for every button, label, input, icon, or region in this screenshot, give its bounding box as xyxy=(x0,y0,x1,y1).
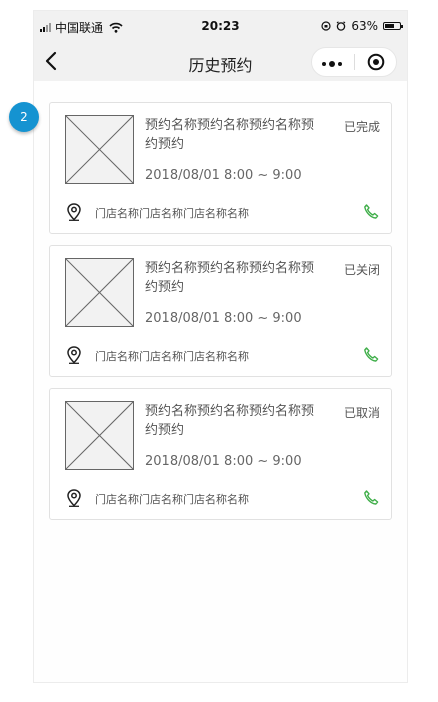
store-name: 门店名称门店名称门店名称名称 xyxy=(95,207,249,220)
booking-status: 已关闭 xyxy=(343,263,380,277)
booking-card[interactable]: 预约名称预约名称预约名称预约预约 已取消 2018/08/01 8:00 ~ 9… xyxy=(49,388,392,520)
image-placeholder xyxy=(65,115,134,184)
image-placeholder xyxy=(65,401,134,470)
booking-title: 预约名称预约名称预约名称预约预约 xyxy=(145,261,315,295)
alarm-icon xyxy=(336,21,346,31)
image-placeholder xyxy=(65,258,134,327)
booking-time: 2018/08/01 8:00 ~ 9:00 xyxy=(145,454,302,469)
booking-status: 已取消 xyxy=(343,406,380,420)
location-pin-icon xyxy=(67,203,81,221)
rotation-lock-icon xyxy=(321,21,331,31)
miniprogram-capsule xyxy=(311,47,397,77)
phone-call-icon[interactable] xyxy=(363,346,380,363)
battery-icon xyxy=(383,22,403,30)
booking-card[interactable]: 预约名称预约名称预约名称预约预约 已完成 2018/08/01 8:00 ~ 9… xyxy=(49,102,392,234)
status-right: 63% xyxy=(321,19,403,33)
annotation-badge: 2 xyxy=(9,102,39,132)
booking-title: 预约名称预约名称预约名称预约预约 xyxy=(145,404,315,438)
battery-percent: 63% xyxy=(351,19,378,33)
phone-call-icon[interactable] xyxy=(363,203,380,220)
battery-fill xyxy=(385,24,394,28)
store-name: 门店名称门店名称门店名称名称 xyxy=(95,350,249,363)
booking-status: 已完成 xyxy=(343,120,380,134)
booking-title: 预约名称预约名称预约名称预约预约 xyxy=(145,118,315,152)
phone-call-icon[interactable] xyxy=(363,489,380,506)
capsule-divider xyxy=(354,54,355,70)
booking-time: 2018/08/01 8:00 ~ 9:00 xyxy=(145,168,302,183)
nav-bar: 历史预约 xyxy=(34,41,407,81)
store-name: 门店名称门店名称门店名称名称 xyxy=(95,493,249,506)
status-bar: 中国联通 20:23 63% xyxy=(34,11,407,41)
location-pin-icon xyxy=(67,489,81,507)
location-pin-icon xyxy=(67,346,81,364)
booking-card[interactable]: 预约名称预约名称预约名称预约预约 已关闭 2018/08/01 8:00 ~ 9… xyxy=(49,245,392,377)
more-menu-icon[interactable] xyxy=(322,61,342,67)
booking-time: 2018/08/01 8:00 ~ 9:00 xyxy=(145,311,302,326)
close-miniprogram-icon[interactable] xyxy=(367,53,385,71)
